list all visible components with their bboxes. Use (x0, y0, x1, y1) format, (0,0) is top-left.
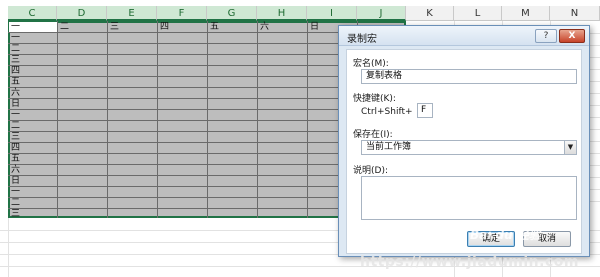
column-header[interactable]: E (107, 6, 157, 21)
watermark-logo: Bai du 经验 (470, 228, 541, 242)
table-cell[interactable]: 一 (11, 110, 20, 120)
column-header[interactable]: L (454, 6, 502, 21)
column-header[interactable]: D (57, 6, 107, 21)
record-macro-dialog: 录制宏 ? X 宏名(M): 复制表格 快捷键(K): Ctrl+Shift+ … (338, 25, 590, 257)
table-cell[interactable]: 一 (11, 33, 20, 43)
shortcut-key-input[interactable]: F (417, 103, 433, 118)
column-header[interactable]: G (207, 6, 257, 21)
help-button[interactable]: ? (535, 29, 557, 43)
dialog-title-bar[interactable]: 录制宏 ? X (339, 26, 589, 46)
table-cell[interactable]: 三 (110, 22, 119, 32)
dialog-body: 宏名(M): 复制表格 快捷键(K): Ctrl+Shift+ F 保存在(I)… (346, 49, 582, 254)
column-header[interactable]: M (502, 6, 550, 21)
table-cell[interactable]: 四 (11, 66, 20, 76)
description-label: 说明(D): (353, 166, 388, 176)
table-cell[interactable]: 二 (11, 198, 20, 208)
store-in-select[interactable]: 当前工作簿 ▼ (361, 140, 577, 155)
table-cell[interactable]: 日 (11, 99, 20, 109)
table-cell[interactable]: 四 (11, 143, 20, 153)
table-cell[interactable]: 日 (11, 176, 20, 186)
column-headers: C D E F G H I J K L M N (8, 6, 600, 21)
store-in-value: 当前工作簿 (366, 142, 412, 152)
description-textarea[interactable] (361, 176, 577, 220)
table-cell[interactable]: 六 (260, 22, 269, 32)
close-button[interactable]: X (559, 29, 585, 43)
column-header[interactable]: N (550, 6, 600, 21)
table-cell[interactable]: 五 (11, 77, 20, 87)
dialog-title: 录制宏 (347, 34, 377, 45)
macro-name-input[interactable]: 复制表格 (361, 69, 577, 84)
table-cell[interactable]: 五 (210, 22, 219, 32)
table-cell[interactable]: 一 (11, 187, 20, 197)
table-cell[interactable]: 二 (60, 22, 69, 32)
shortcut-prefix: Ctrl+Shift+ (361, 107, 413, 117)
table-cell[interactable]: 三 (11, 209, 20, 219)
column-header[interactable]: F (157, 6, 207, 21)
watermark-text: https://www.jiadumin.com (360, 254, 579, 270)
table-cell[interactable]: 六 (11, 88, 20, 98)
column-header[interactable]: I (307, 6, 357, 21)
table-cell[interactable]: 六 (11, 165, 20, 175)
table-cell[interactable]: 五 (11, 154, 20, 164)
table-cell[interactable]: 二 (11, 121, 20, 131)
shortcut-label: 快捷键(K): (353, 94, 396, 104)
table-cell[interactable]: 三 (11, 132, 20, 142)
macro-name-label: 宏名(M): (353, 59, 389, 69)
dropdown-arrow-icon[interactable]: ▼ (564, 141, 576, 154)
column-header[interactable]: H (257, 6, 307, 21)
store-in-label: 保存在(I): (353, 130, 393, 140)
table-cell[interactable]: 三 (11, 55, 20, 65)
column-header[interactable]: C (8, 6, 57, 21)
table-cell[interactable]: 日 (310, 22, 319, 32)
table-cell[interactable]: 一 (11, 22, 20, 32)
column-header[interactable]: K (406, 6, 454, 21)
column-header[interactable]: J (357, 6, 406, 21)
table-cell[interactable]: 四 (160, 22, 169, 32)
table-cell[interactable]: 二 (11, 44, 20, 54)
